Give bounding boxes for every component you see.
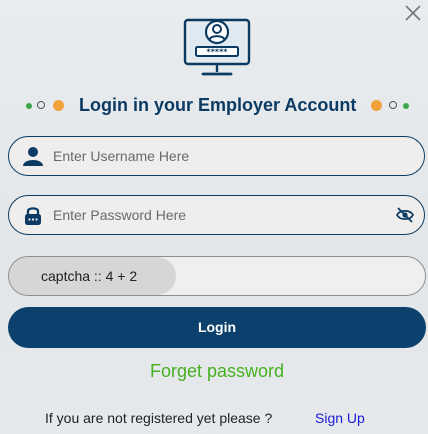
username-field[interactable] bbox=[8, 136, 425, 176]
captcha-label: captcha :: 4 + 2 bbox=[9, 257, 176, 295]
captcha-input[interactable] bbox=[181, 257, 420, 295]
svg-text:*****: ***** bbox=[207, 48, 229, 57]
sign-up-link[interactable]: Sign Up bbox=[315, 410, 365, 426]
password-input[interactable] bbox=[53, 196, 383, 233]
dot-decoration bbox=[37, 101, 45, 109]
dot-decoration bbox=[53, 100, 64, 111]
user-icon bbox=[23, 147, 43, 166]
login-button[interactable]: Login bbox=[8, 307, 426, 348]
login-modal: ***** Login in your Employer Account Ent… bbox=[0, 0, 428, 434]
dot-decoration bbox=[389, 101, 397, 109]
title-row: Login in your Employer Account bbox=[0, 94, 428, 118]
computer-login-icon: ***** bbox=[183, 18, 251, 76]
register-prompt: If you are not registered yet please ? bbox=[45, 410, 273, 426]
username-input[interactable] bbox=[53, 137, 383, 174]
lock-icon bbox=[25, 207, 41, 225]
forgot-password-link[interactable]: Forget password bbox=[0, 361, 428, 382]
dot-decoration bbox=[26, 103, 32, 109]
dot-decoration bbox=[371, 100, 382, 111]
password-field[interactable] bbox=[8, 195, 425, 235]
captcha-field[interactable]: captcha :: 4 + 2 bbox=[8, 256, 426, 296]
dot-decoration bbox=[403, 103, 409, 109]
close-icon[interactable] bbox=[404, 4, 422, 22]
page-title: Login in your Employer Account bbox=[79, 95, 357, 115]
eye-slash-icon[interactable] bbox=[396, 207, 414, 223]
